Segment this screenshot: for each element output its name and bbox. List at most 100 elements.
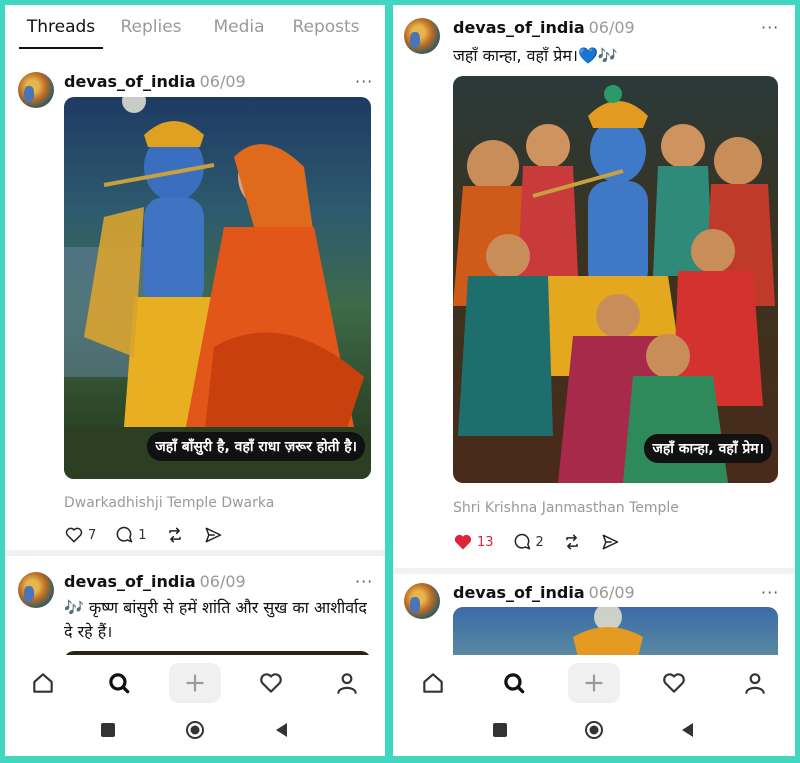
back-button[interactable] <box>272 720 292 744</box>
post-divider <box>393 568 795 574</box>
post-header: devas_of_india 06/09 <box>64 72 246 91</box>
krishna-illustration <box>573 607 643 657</box>
reply-count: 1 <box>138 527 147 543</box>
bottom-nav <box>393 655 795 711</box>
repost-icon <box>566 534 578 550</box>
more-options-icon[interactable]: ··· <box>355 72 373 91</box>
reply-button[interactable]: 1 <box>114 525 147 545</box>
tab-reposts[interactable]: Reposts <box>285 5 367 57</box>
search-icon <box>503 673 524 694</box>
nav-profile[interactable] <box>321 663 373 703</box>
back-triangle-icon <box>682 723 693 737</box>
repost-icon <box>168 527 181 543</box>
reply-icon <box>514 533 530 550</box>
profile-icon <box>745 673 765 694</box>
post-divider <box>5 550 385 556</box>
nav-activity[interactable] <box>648 663 700 703</box>
nav-profile[interactable] <box>729 663 781 703</box>
nav-search[interactable] <box>93 663 145 703</box>
bottom-nav <box>5 655 385 711</box>
avatar[interactable] <box>404 18 440 54</box>
post: devas_of_india 06/09 ··· 🎶 कृष्ण बांसुरी … <box>5 560 385 671</box>
krishna-gopis-illustration <box>453 85 775 483</box>
right-screen: devas_of_india 06/09 ··· जहाँ कान्हा, वहा… <box>393 5 795 756</box>
profile-tabs: Threads Replies Media Reposts <box>5 5 385 57</box>
tab-media[interactable]: Media <box>199 5 279 57</box>
heart-icon <box>663 673 686 693</box>
username[interactable]: devas_of_india <box>64 572 196 591</box>
username[interactable]: devas_of_india <box>453 18 585 37</box>
post-date: 06/09 <box>588 583 635 602</box>
home-icon <box>423 673 443 693</box>
post-image[interactable] <box>453 607 778 657</box>
share-icon <box>205 527 221 543</box>
nav-create[interactable] <box>169 663 221 703</box>
more-options-icon[interactable]: ··· <box>761 18 779 37</box>
like-button[interactable]: 13 <box>453 532 494 552</box>
post: devas_of_india 06/09 ··· <box>393 575 795 665</box>
krishna-radha-illustration <box>64 97 371 479</box>
post-date: 06/09 <box>199 572 246 591</box>
profile-icon <box>337 673 357 694</box>
username[interactable]: devas_of_india <box>453 583 585 602</box>
share-button[interactable] <box>203 525 223 545</box>
repost-button[interactable] <box>562 532 582 552</box>
post-date: 06/09 <box>588 18 635 37</box>
plus-icon <box>186 674 204 692</box>
post-date: 06/09 <box>199 72 246 91</box>
square-icon <box>493 723 507 737</box>
nav-home[interactable] <box>407 663 459 703</box>
nav-home[interactable] <box>17 663 69 703</box>
post: devas_of_india 06/09 ··· जहाँ बाँसुरी है,… <box>5 60 385 550</box>
nav-create[interactable] <box>567 663 620 703</box>
home-icon <box>33 673 53 693</box>
square-icon <box>101 723 116 737</box>
avatar[interactable] <box>18 572 54 608</box>
system-nav <box>393 708 795 756</box>
nav-activity[interactable] <box>245 663 297 703</box>
home-button[interactable] <box>584 720 604 744</box>
plus-icon <box>585 674 603 692</box>
image-caption: जहाँ कान्हा, वहाँ प्रेम। <box>644 434 772 463</box>
repost-button[interactable] <box>165 525 185 545</box>
avatar[interactable] <box>404 583 440 619</box>
home-button[interactable] <box>185 720 205 744</box>
system-nav <box>5 708 385 756</box>
reply-count: 2 <box>535 534 544 550</box>
tab-replies[interactable]: Replies <box>107 5 195 57</box>
post-text: 🎶 कृष्ण बांसुरी से हमें शांति और सुख का … <box>64 598 367 641</box>
circle-icon <box>585 721 603 739</box>
back-triangle-icon <box>275 723 287 737</box>
username[interactable]: devas_of_india <box>64 72 196 91</box>
location-tag[interactable]: Dwarkadhishji Temple Dwarka <box>64 495 274 511</box>
heart-icon <box>65 527 83 543</box>
nav-search[interactable] <box>488 663 540 703</box>
post-text: जहाँ कान्हा, वहाँ प्रेम।💙🎶 <box>453 46 618 65</box>
post: devas_of_india 06/09 ··· जहाँ कान्हा, वहा… <box>393 5 795 565</box>
back-button[interactable] <box>678 720 698 744</box>
heart-icon <box>260 673 282 693</box>
like-count: 7 <box>88 527 97 543</box>
recent-apps-button[interactable] <box>490 720 510 744</box>
more-options-icon[interactable]: ··· <box>761 583 779 602</box>
post-image[interactable]: जहाँ कान्हा, वहाँ प्रेम। <box>453 76 778 483</box>
circle-icon <box>185 721 204 739</box>
search-icon <box>109 673 130 694</box>
post-image[interactable]: जहाँ बाँसुरी है, वहाँ राधा ज़रूर होती है… <box>64 97 371 479</box>
heart-filled-icon <box>454 534 472 550</box>
share-button[interactable] <box>600 532 620 552</box>
post-actions: 7 1 <box>64 525 241 545</box>
reply-button[interactable]: 2 <box>512 532 544 552</box>
image-caption: जहाँ बाँसुरी है, वहाँ राधा ज़रूर होती है… <box>147 432 365 461</box>
post-header: devas_of_india 06/09 <box>453 18 635 37</box>
tab-threads[interactable]: Threads <box>19 5 103 57</box>
avatar[interactable] <box>18 72 54 108</box>
post-header: devas_of_india 06/09 <box>453 583 635 602</box>
post-actions: 13 2 <box>453 532 638 552</box>
reply-icon <box>116 526 133 543</box>
recent-apps-button[interactable] <box>98 720 118 744</box>
like-button[interactable]: 7 <box>64 525 96 545</box>
share-icon <box>602 534 619 550</box>
more-options-icon[interactable]: ··· <box>355 572 373 591</box>
location-tag[interactable]: Shri Krishna Janmasthan Temple <box>453 500 679 516</box>
